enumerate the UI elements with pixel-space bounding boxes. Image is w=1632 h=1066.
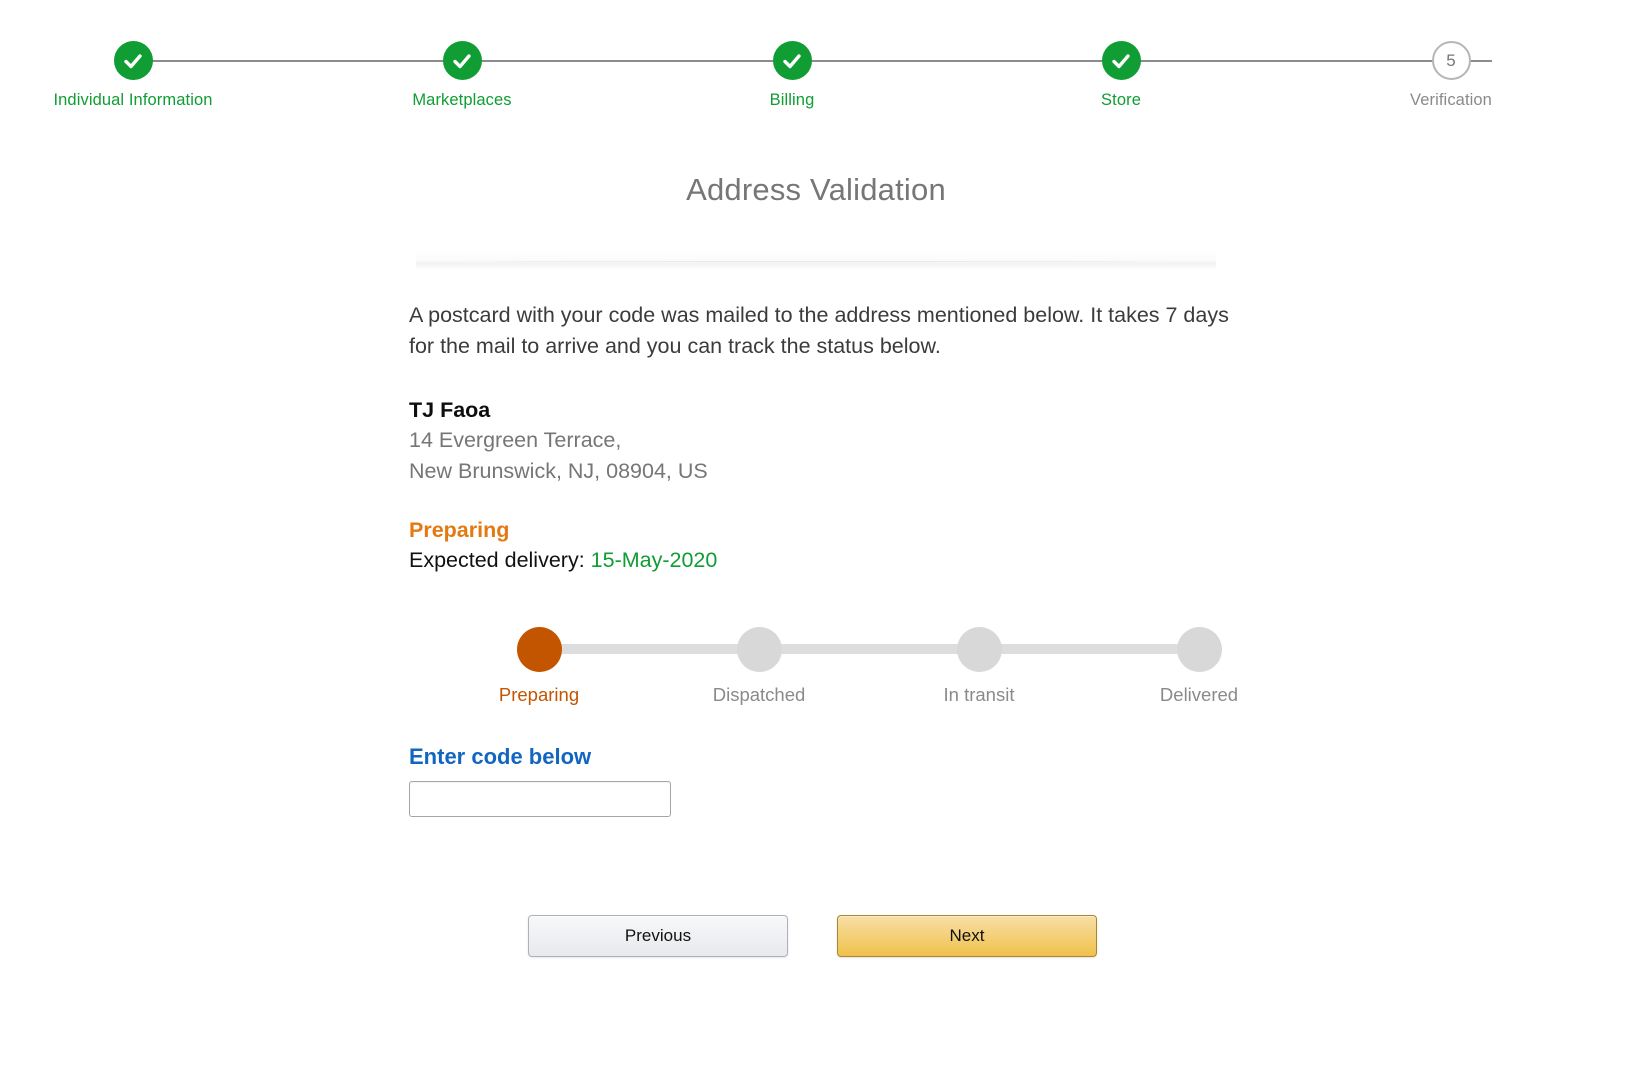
code-input-label: Enter code below <box>409 744 592 770</box>
address-line-2: New Brunswick, NJ, 08904, US <box>409 459 708 484</box>
shipment-tracker: Preparing Dispatched In transit Delivere… <box>499 613 1238 713</box>
check-icon <box>1110 50 1132 72</box>
check-icon <box>122 50 144 72</box>
stepper-step-store[interactable]: Store <box>991 28 1251 109</box>
stepper-step-marketplaces[interactable]: Marketplaces <box>332 28 592 109</box>
next-button[interactable]: Next <box>837 915 1097 957</box>
tracker-dot <box>736 627 782 673</box>
intro-text: A postcard with your code was mailed to … <box>409 303 1229 358</box>
tracker-step-label: In transit <box>943 684 1015 706</box>
wizard-navigation: Previous Next <box>528 915 1098 959</box>
stepper-step-verification[interactable]: 5 Verification <box>1321 28 1581 109</box>
check-icon <box>781 50 803 72</box>
page-title: Address Validation <box>686 172 946 207</box>
address-validation-page: Individual Information Marketplaces Bill… <box>0 0 1632 1066</box>
previous-button[interactable]: Previous <box>528 915 788 957</box>
tracker-dot <box>956 627 1002 673</box>
step-status-bubble <box>1101 41 1141 80</box>
tracker-dot <box>516 627 562 673</box>
tracker-step-label: Preparing <box>498 684 580 706</box>
shipment-status: Preparing <box>409 518 510 543</box>
address-line-1: 14 Evergreen Terrace, <box>409 428 622 453</box>
tracker-step-label: Dispatched <box>712 684 806 706</box>
stepper-step-label: Marketplaces <box>412 91 512 109</box>
tracker-step-label: Delivered <box>1159 684 1239 706</box>
step-number: 5 <box>1446 51 1456 70</box>
code-entry-section: Enter code below <box>409 743 1269 817</box>
stepper-step-label: Billing <box>769 91 815 109</box>
tracker-progress-line <box>539 644 1181 655</box>
stepper-step-billing[interactable]: Billing <box>662 28 922 109</box>
check-icon <box>451 50 473 72</box>
address-name: TJ Faoa <box>409 398 491 422</box>
expected-delivery-label: Expected delivery: <box>409 548 585 573</box>
content-column: A postcard with your code was mailed to … <box>409 300 1269 817</box>
tracker-step-in-transit[interactable]: In transit <box>889 613 1069 705</box>
tracker-dot <box>1176 627 1222 673</box>
stepper-step-label: Store <box>1101 91 1141 109</box>
step-status-bubble <box>442 41 482 80</box>
expected-delivery-date: 15-May-2020 <box>590 548 718 573</box>
expected-delivery: Expected delivery: 15-May-2020 <box>409 545 1269 575</box>
code-input[interactable] <box>409 780 671 817</box>
tracker-step-delivered[interactable]: Delivered <box>1109 613 1289 705</box>
step-status-bubble <box>113 41 153 80</box>
stepper-step-label: Individual Information <box>53 91 213 109</box>
tracker-step-dispatched[interactable]: Dispatched <box>669 613 849 705</box>
step-status-bubble <box>772 41 812 80</box>
tracker-step-preparing[interactable]: Preparing <box>449 613 629 705</box>
title-divider <box>416 248 1216 270</box>
step-status-bubble: 5 <box>1431 41 1471 80</box>
stepper-step-label: Verification <box>1410 91 1492 109</box>
stepper-step-individual-information[interactable]: Individual Information <box>3 28 263 109</box>
registration-stepper: Individual Information Marketplaces Bill… <box>0 28 1632 123</box>
